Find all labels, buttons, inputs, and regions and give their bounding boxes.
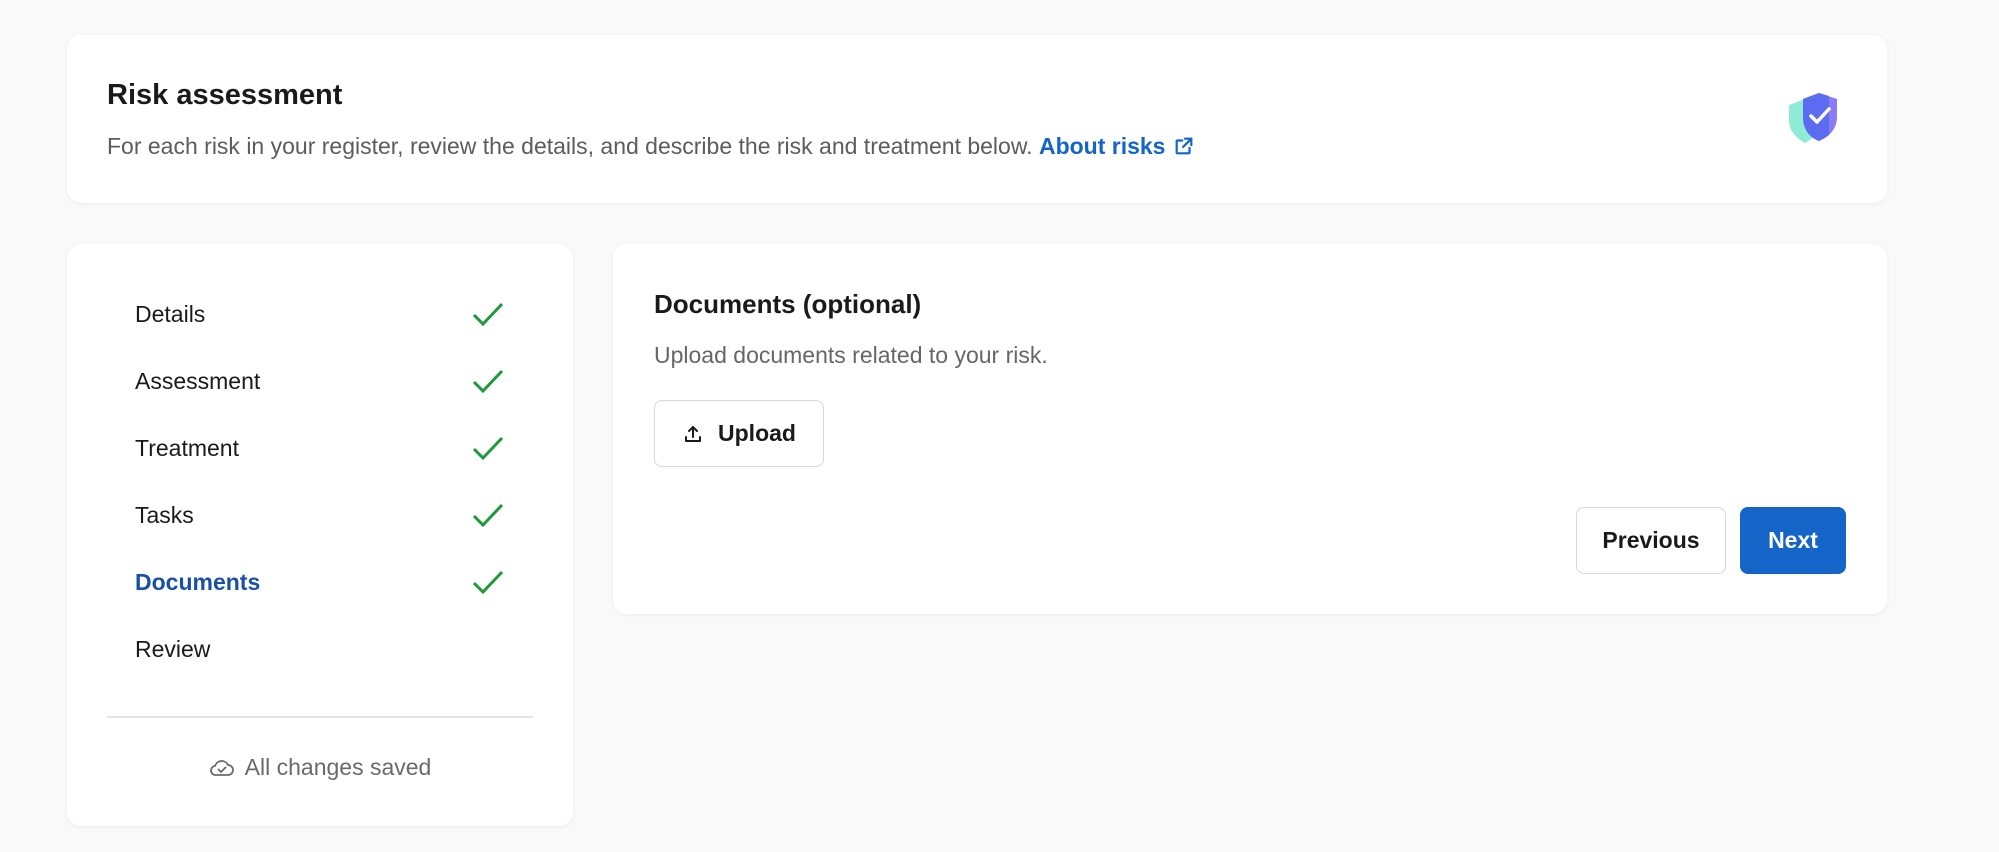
section-subtext: Upload documents related to your risk. xyxy=(654,342,1048,368)
upload-label: Upload xyxy=(718,420,796,446)
save-status-text: All changes saved xyxy=(244,754,432,780)
next-button[interactable]: Next xyxy=(1740,507,1846,574)
upload-button[interactable]: Upload xyxy=(654,400,824,467)
page-title: Risk assessment xyxy=(107,79,343,111)
step-treatment[interactable]: Treatment xyxy=(135,428,505,468)
check-icon xyxy=(472,570,504,595)
divider xyxy=(107,716,533,718)
step-label: Tasks xyxy=(135,501,194,528)
check-icon xyxy=(472,302,504,327)
check-icon xyxy=(472,369,504,394)
step-assessment[interactable]: Assessment xyxy=(135,361,505,401)
step-tasks[interactable]: Tasks xyxy=(135,495,505,535)
about-risks-link[interactable]: About risks xyxy=(1039,133,1196,159)
step-label: Treatment xyxy=(135,434,239,461)
documents-panel: Documents (optional) Upload documents re… xyxy=(613,244,1887,614)
upload-icon xyxy=(685,425,702,442)
page-description: For each risk in your register, review t… xyxy=(107,133,1195,160)
section-heading: Documents (optional) xyxy=(654,289,922,319)
step-documents[interactable]: Documents xyxy=(135,562,505,602)
about-risks-label: About risks xyxy=(1038,133,1166,159)
external-link-icon xyxy=(1176,137,1193,155)
shield-check-icon xyxy=(1789,93,1837,143)
description-text: For each risk in your register, review t… xyxy=(107,133,1033,159)
previous-button[interactable]: Previous xyxy=(1576,507,1726,574)
check-icon xyxy=(472,436,504,461)
page-header-card: Risk assessment For each risk in your re… xyxy=(67,35,1887,203)
step-label: Documents xyxy=(135,568,261,595)
save-status: All changes saved xyxy=(67,754,573,781)
step-review[interactable]: Review xyxy=(135,629,505,669)
step-label: Details xyxy=(135,300,206,327)
steps-sidebar: Details Assessment Treatment Tasks Docum… xyxy=(67,244,573,826)
step-label: Review xyxy=(135,635,211,662)
step-label: Assessment xyxy=(135,367,261,394)
check-icon xyxy=(472,503,504,528)
cloud-check-icon xyxy=(209,760,234,776)
step-details[interactable]: Details xyxy=(135,294,505,334)
